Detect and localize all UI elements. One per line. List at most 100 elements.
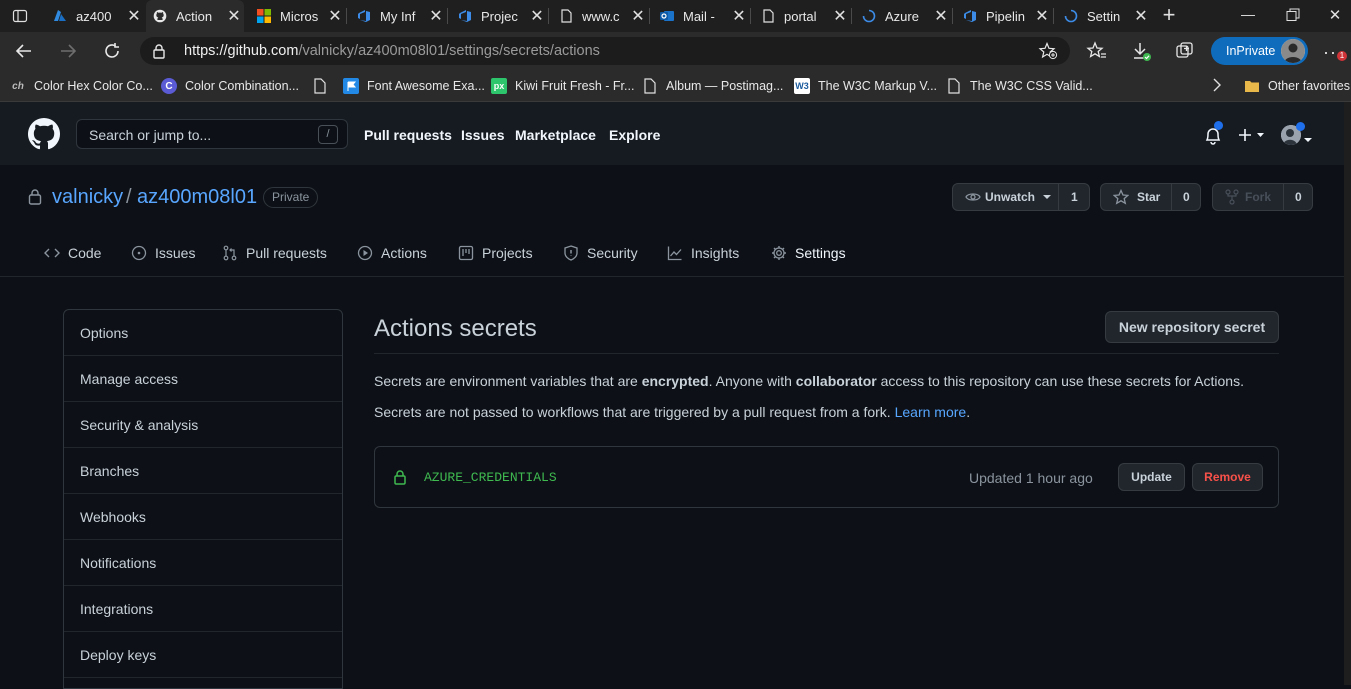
close-icon[interactable]: ✕ bbox=[628, 6, 648, 26]
bookmark-w3c-markup[interactable]: W3 The W3C Markup V... bbox=[794, 76, 937, 96]
browser-tab-my-inf[interactable]: My Inf ✕ bbox=[350, 0, 446, 32]
bookmark-kiwi[interactable]: px Kiwi Fruit Fresh - Fr... bbox=[491, 76, 634, 96]
new-tab-plus-icon[interactable]: + bbox=[1159, 4, 1179, 26]
lock-icon bbox=[28, 188, 42, 205]
url-text: https://github.com/valnicky/az400m08l01/… bbox=[184, 43, 600, 59]
browser-tab-actions[interactable]: Action ✕ bbox=[146, 0, 244, 32]
forward-arrow-icon[interactable] bbox=[56, 40, 80, 62]
browser-tab-az400[interactable]: az400 ✕ bbox=[46, 0, 144, 32]
bookmark-other-favorites[interactable]: Other favorites bbox=[1244, 76, 1350, 96]
star-count[interactable]: 0 bbox=[1183, 190, 1190, 204]
browser-tab-www[interactable]: www.c ✕ bbox=[552, 0, 648, 32]
unwatch-button[interactable]: Unwatch 1 bbox=[952, 183, 1090, 211]
nav-pull-requests[interactable]: Pull requests bbox=[364, 127, 452, 143]
desc-text: access to this repository can use these … bbox=[876, 373, 1244, 389]
tab-settings[interactable]: Settings bbox=[771, 243, 846, 263]
profile-avatar[interactable] bbox=[1281, 39, 1305, 63]
tab-security[interactable]: Security bbox=[563, 243, 638, 263]
bookmark-postimages[interactable]: Album — Postimag... bbox=[642, 76, 783, 96]
create-new-icon[interactable] bbox=[1237, 127, 1267, 143]
close-icon[interactable]: ✕ bbox=[527, 6, 547, 26]
tab-code[interactable]: Code bbox=[44, 243, 101, 263]
tab-issues[interactable]: Issues bbox=[131, 243, 195, 263]
repo-name-link[interactable]: az400m08l01 bbox=[137, 186, 257, 209]
browser-tab-pipelines[interactable]: Pipelin ✕ bbox=[956, 0, 1052, 32]
add-favorite-icon[interactable] bbox=[1038, 41, 1058, 60]
search-shortcut-key: / bbox=[318, 125, 338, 144]
update-secret-button[interactable]: Update bbox=[1118, 463, 1185, 491]
browser-tab-mail[interactable]: Mail - ✕ bbox=[653, 0, 749, 32]
close-icon[interactable]: ✕ bbox=[426, 6, 446, 26]
repo-owner-link[interactable]: valnicky bbox=[52, 186, 123, 209]
back-arrow-icon[interactable] bbox=[12, 40, 36, 62]
sidebar-item-webhooks[interactable]: Webhooks bbox=[64, 494, 342, 540]
sidebar-item-security-analysis[interactable]: Security & analysis bbox=[64, 402, 342, 448]
bookmark-font-awesome[interactable]: Font Awesome Exa... bbox=[343, 76, 485, 96]
bookmark-page[interactable] bbox=[312, 76, 336, 96]
unwatch-label: Unwatch bbox=[985, 190, 1036, 204]
watch-count[interactable]: 1 bbox=[1071, 190, 1078, 204]
sidebar-item-integrations[interactable]: Integrations bbox=[64, 586, 342, 632]
issue-icon bbox=[131, 245, 147, 261]
tab-label: Projects bbox=[482, 245, 533, 261]
browser-tab-azure[interactable]: Azure ✕ bbox=[855, 0, 951, 32]
desc-emphasis: encrypted bbox=[641, 373, 709, 389]
chevron-down-icon[interactable] bbox=[1303, 131, 1313, 142]
sidebar-item-deploy-keys[interactable]: Deploy keys bbox=[64, 632, 342, 678]
nav-explore[interactable]: Explore bbox=[609, 127, 660, 143]
favorites-icon[interactable] bbox=[1086, 41, 1108, 61]
title-divider bbox=[374, 353, 1279, 354]
secret-updated: Updated 1 hour ago bbox=[969, 470, 1093, 486]
star-button[interactable]: Star 0 bbox=[1100, 183, 1201, 211]
button-divider bbox=[1283, 184, 1284, 210]
bookmark-color-combination[interactable]: C Color Combination... bbox=[161, 76, 299, 96]
colorhex-icon: ch bbox=[12, 80, 24, 92]
learn-more-link[interactable]: Learn more bbox=[895, 404, 967, 420]
bookmark-color-hex[interactable]: ch Color Hex Color Co... bbox=[10, 76, 153, 96]
downloads-icon[interactable] bbox=[1131, 41, 1153, 63]
sidebar-item-manage-access[interactable]: Manage access bbox=[64, 356, 342, 402]
visibility-label: Private bbox=[272, 190, 310, 204]
github-logo-icon[interactable] bbox=[28, 118, 60, 150]
close-icon[interactable]: ✕ bbox=[1032, 6, 1052, 26]
close-icon[interactable]: ✕ bbox=[325, 6, 345, 26]
close-icon[interactable]: ✕ bbox=[830, 6, 850, 26]
nav-issues[interactable]: Issues bbox=[461, 127, 505, 143]
sidebar-item-branches[interactable]: Branches bbox=[64, 448, 342, 494]
gear-icon bbox=[772, 246, 786, 260]
new-repository-secret-button[interactable]: New repository secret bbox=[1105, 311, 1279, 343]
bookmark-w3c-css[interactable]: The W3C CSS Valid... bbox=[946, 76, 1093, 96]
collections-icon[interactable] bbox=[1175, 41, 1197, 61]
browser-tab-portal[interactable]: portal ✕ bbox=[754, 0, 850, 32]
lock-icon[interactable] bbox=[152, 43, 166, 59]
fork-count[interactable]: 0 bbox=[1295, 190, 1302, 204]
refresh-icon[interactable] bbox=[100, 40, 124, 62]
scrollbar[interactable] bbox=[1344, 102, 1351, 685]
browser-tab-microsoft[interactable]: Micros ✕ bbox=[250, 0, 345, 32]
address-bar[interactable]: https://github.com/valnicky/az400m08l01/… bbox=[140, 37, 1070, 65]
nav-marketplace[interactable]: Marketplace bbox=[515, 127, 596, 143]
browser-tab-project[interactable]: Projec ✕ bbox=[451, 0, 547, 32]
tab-projects[interactable]: Projects bbox=[458, 243, 533, 263]
close-icon[interactable]: ✕ bbox=[1131, 6, 1151, 26]
chevron-right-icon[interactable] bbox=[1210, 77, 1224, 93]
close-icon[interactable]: ✕ bbox=[931, 6, 951, 26]
fork-button[interactable]: Fork 0 bbox=[1212, 183, 1313, 211]
notice-text: . bbox=[966, 404, 971, 420]
tab-pull-requests[interactable]: Pull requests bbox=[222, 243, 327, 263]
sidebar-item-options[interactable]: Options bbox=[64, 310, 342, 356]
search-input[interactable]: Search or jump to... bbox=[76, 119, 348, 149]
close-icon[interactable]: ✕ bbox=[124, 6, 144, 26]
tab-actions[interactable]: Actions bbox=[357, 243, 427, 263]
tab-actions-icon[interactable] bbox=[12, 8, 28, 24]
minimize-icon[interactable]: — bbox=[1238, 6, 1258, 26]
browser-tab-settings[interactable]: Settin ✕ bbox=[1057, 0, 1151, 32]
tab-title: Projec bbox=[481, 8, 518, 24]
tab-insights[interactable]: Insights bbox=[667, 243, 739, 263]
restore-icon[interactable] bbox=[1286, 8, 1300, 22]
remove-secret-button[interactable]: Remove bbox=[1192, 463, 1263, 491]
sidebar-item-notifications[interactable]: Notifications bbox=[64, 540, 342, 586]
close-icon[interactable]: ✕ bbox=[224, 6, 244, 26]
close-window-icon[interactable]: ✕ bbox=[1325, 6, 1345, 26]
close-icon[interactable]: ✕ bbox=[729, 6, 749, 26]
